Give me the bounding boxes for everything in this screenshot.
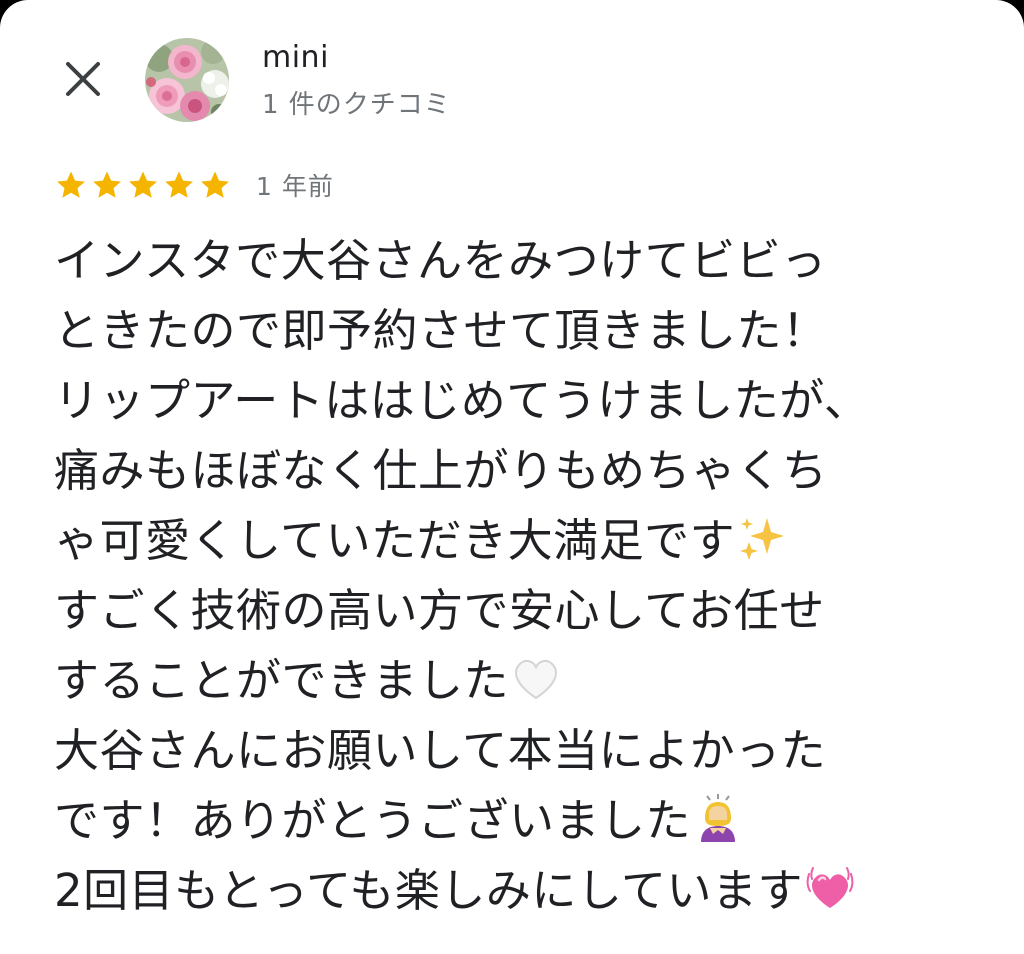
review-line: 痛みもほぼなく仕上がりもめちゃくち (54, 444, 828, 497)
review-detail-sheet: mini 1 件のクチコミ 1 年前 インスタで大谷さんをみつけてビビっ ときた… (0, 0, 1024, 954)
review-line: です！ありがとうございました (54, 786, 994, 856)
star-icon (201, 171, 229, 198)
author-name[interactable]: mini (262, 40, 329, 75)
review-line: すごく技術の高い方で安心してお任せ (54, 584, 825, 637)
review-line: インスタで大谷さんをみつけてビビっ (54, 234, 827, 287)
bowing-woman-emoji (701, 794, 736, 842)
close-icon (66, 62, 100, 96)
review-date: 1 年前 (256, 172, 334, 201)
close-button[interactable] (52, 48, 114, 110)
white-heart-emoji (515, 659, 557, 700)
review-text: インスタで大谷さんをみつけてビビっ ときたので即予約させて頂きました！ リップア… (54, 226, 994, 926)
star-icon (57, 171, 85, 198)
star-icon (165, 171, 193, 198)
review-line: することができました (54, 646, 994, 716)
review-line: リップアートははじめてうけましたが、 (54, 374, 870, 427)
star-icon (129, 171, 157, 198)
review-line: ときたので即予約させて頂きました！ (54, 304, 828, 357)
review-line: ゃ可愛くしていただき大満足です (54, 506, 994, 576)
review-line: 大谷さんにお願いして本当によかった (54, 724, 827, 777)
review-line: 2回目もとっても楽しみにしています (54, 856, 994, 926)
rating-row: 1 年前 (54, 166, 334, 204)
review-count: 1 件のクチコミ (262, 90, 451, 120)
sparkles-emoji (740, 518, 785, 560)
avatar[interactable] (145, 38, 229, 122)
star-icon (93, 171, 121, 198)
flower-avatar-image (145, 38, 229, 122)
star-rating (54, 168, 232, 202)
beating-heart-emoji (806, 867, 854, 908)
